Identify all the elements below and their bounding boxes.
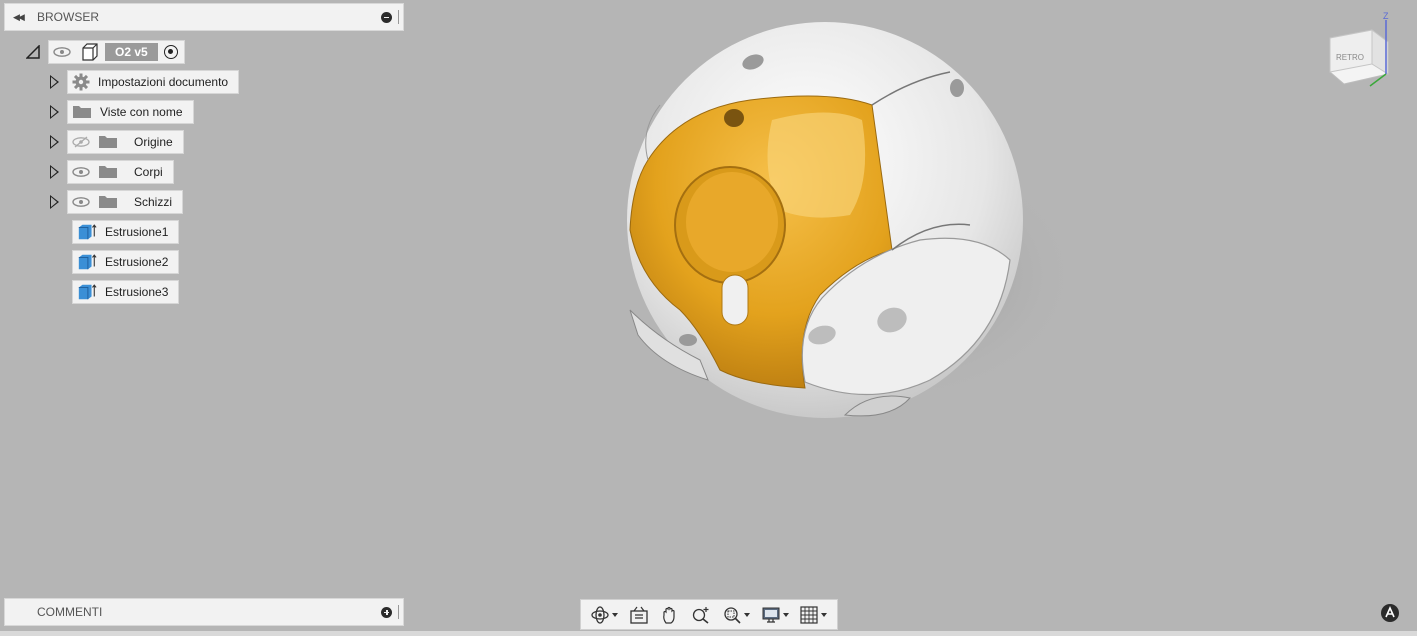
tree-item-chip[interactable]: Viste con nome — [67, 100, 194, 124]
tree-item-chip[interactable]: Estrusione1 — [72, 220, 180, 244]
display-settings-button[interactable] — [761, 605, 789, 625]
pan-icon — [663, 606, 675, 624]
root-component[interactable]: O2 v5 — [48, 40, 185, 64]
tree-item-chip[interactable]: Origine — [67, 130, 184, 154]
orbit-icon — [591, 605, 610, 624]
tree-item-sketches[interactable]: Schizzi — [50, 190, 184, 214]
expander-icon[interactable] — [50, 195, 59, 209]
folder-icon — [99, 136, 117, 148]
navigation-toolbar — [580, 599, 838, 630]
expander-icon[interactable] — [50, 105, 59, 119]
tree-item-extrude-2[interactable]: Estrusione2 — [72, 250, 180, 274]
extrude-icon — [78, 254, 97, 270]
display-settings-icon — [762, 607, 780, 623]
orbit-dropdown-icon[interactable] — [612, 612, 619, 617]
help-icon[interactable] — [1380, 603, 1400, 623]
screw-hole — [724, 109, 744, 127]
grid-icon — [800, 605, 819, 624]
look-at-icon — [630, 606, 648, 624]
tree-item-extrude-1[interactable]: Estrusione1 — [72, 220, 180, 244]
tree-item-label: Estrusione1 — [105, 225, 169, 239]
look-at-button[interactable] — [629, 605, 649, 625]
comments-title: COMMENTI — [37, 605, 103, 619]
circular-boss-top — [686, 172, 778, 272]
comments-panel-header[interactable]: COMMENTI — [4, 598, 404, 626]
tree-item-chip[interactable]: Estrusione3 — [72, 280, 180, 304]
eye-icon[interactable] — [72, 167, 90, 177]
activate-radio-icon[interactable] — [163, 45, 178, 59]
display-dropdown-icon[interactable] — [782, 612, 789, 617]
component-icon — [82, 43, 98, 61]
extrude-icon — [78, 284, 97, 300]
grip-handle[interactable] — [398, 605, 399, 619]
slot-hole — [721, 274, 749, 326]
tree-item-named-views[interactable]: Viste con nome — [50, 100, 194, 124]
expander-icon[interactable] — [50, 75, 59, 89]
tree-item-label: Origine — [134, 135, 173, 149]
grid-dropdown-icon[interactable] — [821, 612, 828, 617]
pan-button[interactable] — [660, 605, 680, 625]
fit-icon — [724, 606, 741, 624]
browser-title: BROWSER — [37, 10, 100, 24]
collapse-icon[interactable]: ◀◀ — [13, 12, 29, 23]
minimize-icon[interactable] — [381, 11, 392, 23]
face-highlight — [767, 112, 866, 218]
grip-handle[interactable] — [398, 10, 399, 24]
folder-icon — [73, 106, 91, 118]
tree-item-label: Viste con nome — [100, 105, 183, 119]
expander-icon[interactable] — [50, 165, 59, 179]
tree-item-chip[interactable]: Corpi — [67, 160, 174, 184]
viewcube-face-label[interactable]: RETRO — [1336, 53, 1364, 62]
folder-icon — [99, 196, 117, 208]
tree-item-label: Schizzi — [134, 195, 173, 209]
tree-item-chip[interactable]: Impostazioni documento — [67, 70, 240, 94]
tree-item-extrude-3[interactable]: Estrusione3 — [72, 280, 180, 304]
grid-button[interactable] — [799, 605, 828, 625]
tree-item-chip[interactable]: Estrusione2 — [72, 250, 180, 274]
tree-item-label: Estrusione3 — [105, 285, 169, 299]
eye-icon[interactable] — [72, 197, 90, 207]
tree-item-label: Estrusione2 — [105, 255, 169, 269]
eye-icon[interactable] — [53, 47, 71, 57]
add-comment-icon[interactable] — [381, 606, 392, 618]
orbit-button[interactable] — [590, 605, 619, 625]
viewcube[interactable]: RETRO Z — [1322, 8, 1400, 94]
root-component-name: O2 v5 — [105, 43, 158, 61]
zoom-icon — [692, 606, 709, 624]
tree-item-bodies[interactable]: Corpi — [50, 160, 174, 184]
eye-hidden-icon[interactable] — [72, 136, 90, 148]
folder-icon — [99, 166, 117, 178]
tree-item-chip[interactable]: Schizzi — [67, 190, 184, 214]
fit-button[interactable] — [722, 605, 750, 625]
z-axis-label: Z — [1383, 11, 1389, 21]
browser-panel-header[interactable]: ◀◀ BROWSER — [4, 3, 404, 31]
top-hole — [950, 79, 964, 97]
gear-icon — [72, 73, 90, 91]
status-strip — [0, 631, 1417, 636]
lower-hole — [679, 334, 697, 346]
model-viewport[interactable] — [600, 10, 1100, 430]
tree-item-label: Corpi — [134, 165, 163, 179]
fit-dropdown-icon[interactable] — [743, 612, 750, 617]
tree-item-label: Impostazioni documento — [98, 75, 229, 89]
zoom-button[interactable] — [691, 605, 711, 625]
expander-icon[interactable] — [50, 135, 59, 149]
extrude-icon — [78, 224, 97, 240]
tree-item-origin[interactable]: Origine — [50, 130, 184, 154]
tree-item-settings[interactable]: Impostazioni documento — [50, 70, 240, 94]
tree-root-row[interactable]: O2 v5 — [26, 40, 185, 64]
expander-open-icon[interactable] — [26, 45, 40, 59]
